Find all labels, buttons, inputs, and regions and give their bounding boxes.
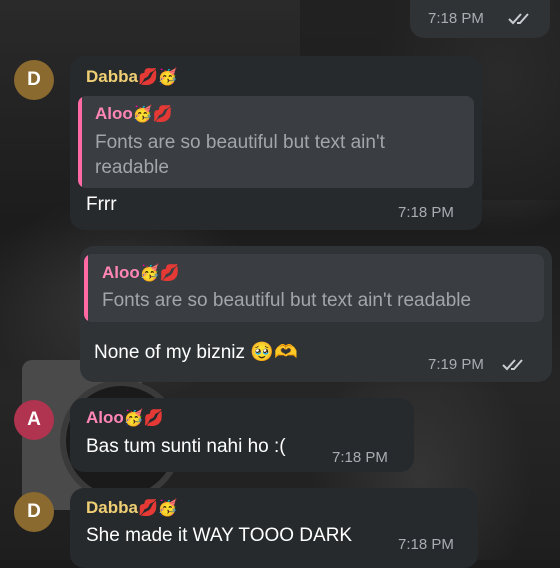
avatar[interactable]: D [14, 492, 54, 532]
sender-label: Dabba [86, 498, 138, 517]
sender-label: Aloo [86, 408, 124, 427]
sender-emoji: 🥳💋 [123, 410, 164, 427]
message-time: 7:18 PM [428, 10, 484, 27]
sender-name[interactable]: Dabba💋🥳 [86, 67, 178, 87]
double-check-icon [508, 13, 529, 25]
message-time: 7:18 PM [332, 449, 388, 466]
avatar-letter: A [27, 409, 41, 430]
message-text: She made it WAY TOOO DARK [86, 525, 353, 546]
reply-quote[interactable]: Aloo🥳💋 Fonts are so beautiful but text a… [78, 96, 474, 188]
message-text: Bas tum sunti nahi ho :( [86, 436, 286, 457]
reply-quote[interactable]: Aloo🥳💋 Fonts are so beautiful but text a… [84, 254, 544, 322]
reply-sender: Aloo🥳💋 [102, 263, 180, 283]
message-time: 7:18 PM [398, 536, 454, 553]
message-time: 7:19 PM [428, 356, 484, 373]
message-bubble[interactable]: Aloo🥳💋 Bas tum sunti nahi ho :( 7:18 PM [70, 398, 414, 472]
sender-emoji: 💋🥳 [137, 500, 178, 517]
previous-message-bubble[interactable]: 7:18 PM [410, 0, 550, 38]
reply-sender-label: Aloo [95, 104, 133, 123]
sender-name[interactable]: Dabba💋🥳 [86, 498, 178, 518]
message-time: 7:18 PM [398, 204, 454, 221]
avatar-letter: D [27, 501, 41, 522]
message-bubble[interactable]: Dabba💋🥳 She made it WAY TOOO DARK 7:18 P… [70, 488, 478, 568]
reply-sender: Aloo🥳💋 [95, 104, 173, 124]
sender-name[interactable]: Aloo🥳💋 [86, 408, 164, 428]
outgoing-message-bubble[interactable]: Aloo🥳💋 Fonts are so beautiful but text a… [80, 246, 552, 382]
sender-label: Dabba [86, 67, 138, 86]
reply-text: Fonts are so beautiful but text ain't re… [95, 132, 385, 178]
message-bubble[interactable]: Dabba💋🥳 Aloo🥳💋 Fonts are so beautiful bu… [70, 56, 482, 230]
avatar-letter: D [27, 69, 41, 90]
reply-quote-bar [84, 254, 88, 322]
message-text: Frrr [86, 194, 117, 215]
avatar[interactable]: D [14, 60, 54, 100]
reply-text: Fonts are so beautiful but text ain't re… [102, 290, 472, 311]
message-emoji: 🥹🫶 [250, 342, 298, 363]
double-check-icon [502, 359, 523, 371]
message-text-label: None of my bizniz [94, 342, 246, 363]
avatar[interactable]: A [14, 400, 54, 440]
reply-sender-label: Aloo [102, 263, 140, 282]
reply-sender-emoji: 🥳💋 [139, 265, 180, 282]
sender-emoji: 💋🥳 [137, 69, 178, 86]
reply-sender-emoji: 🥳💋 [132, 106, 173, 123]
message-text: None of my bizniz 🥹🫶 [94, 340, 298, 364]
reply-quote-bar [78, 96, 82, 188]
